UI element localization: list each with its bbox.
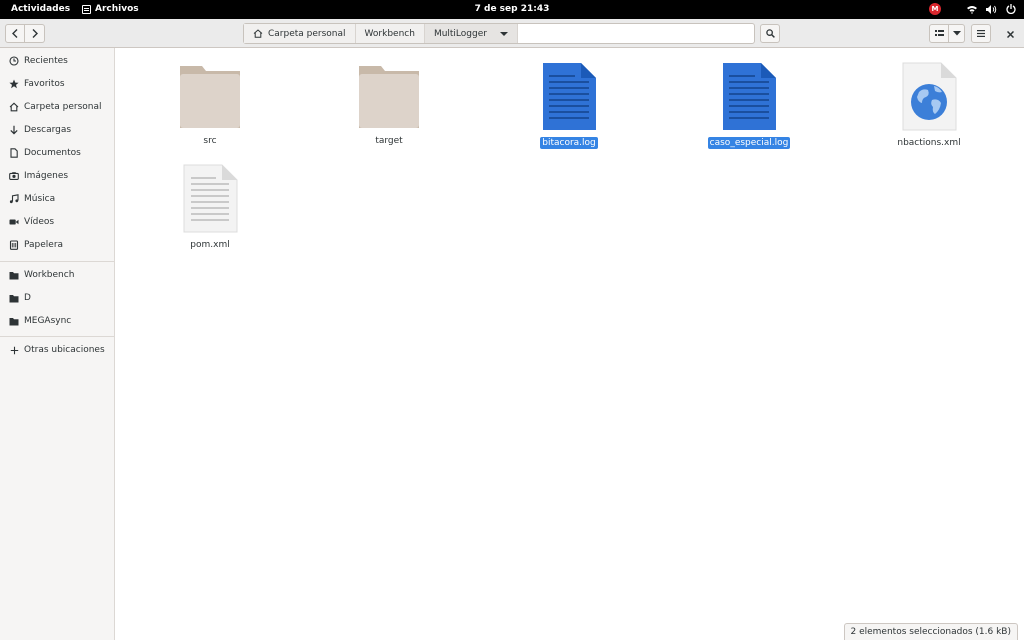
sidebar-item-label: Recientes <box>24 56 68 66</box>
volume-icon[interactable] <box>986 4 997 14</box>
list-view-button[interactable] <box>929 24 949 43</box>
sidebar-item-label: Música <box>24 194 56 204</box>
back-button[interactable] <box>5 24 25 43</box>
sidebar-item-label: Descargas <box>24 125 72 135</box>
breadcrumb-home[interactable]: Carpeta personal <box>244 24 356 43</box>
file-item-nbactions-xml[interactable]: nbactions.xml <box>869 62 989 149</box>
sidebar-item-documentos[interactable]: Documentos <box>0 143 115 163</box>
breadcrumb-workbench[interactable]: Workbench <box>355 24 425 43</box>
sidebar-item-musica[interactable]: Música <box>0 189 115 209</box>
folder-icon <box>359 66 419 128</box>
video-icon <box>9 217 19 227</box>
download-icon <box>9 125 19 135</box>
sidebar-item-favoritos[interactable]: Favoritos <box>0 74 115 94</box>
sidebar-separator <box>0 261 115 262</box>
file-name: caso_especial.log <box>707 137 791 149</box>
file-item-target[interactable]: target <box>329 64 449 147</box>
sidebar-item-label: Carpeta personal <box>24 102 102 112</box>
log-file-icon <box>723 63 776 130</box>
header-bar: Carpeta personal Workbench MultiLogger <box>0 19 1024 48</box>
power-icon[interactable] <box>1006 4 1016 14</box>
home-icon <box>253 29 263 38</box>
app-menu-label: Archivos <box>95 4 139 14</box>
sidebar-separator <box>0 336 115 337</box>
sidebar-item-workbench[interactable]: Workbench <box>0 265 115 285</box>
forward-button[interactable] <box>25 24 45 43</box>
sidebar-item-descargas[interactable]: Descargas <box>0 120 115 140</box>
breadcrumb-label: Carpeta personal <box>268 28 346 39</box>
path-bar: Carpeta personal Workbench MultiLogger <box>243 23 755 44</box>
navigation-buttons <box>5 24 45 43</box>
search-button[interactable] <box>760 24 780 43</box>
sidebar-item-papelera[interactable]: Papelera <box>0 235 115 255</box>
plus-icon <box>9 345 19 355</box>
folder-icon <box>9 270 19 280</box>
web-file-icon <box>902 62 957 131</box>
trash-icon <box>9 240 19 250</box>
close-icon <box>1006 30 1014 38</box>
chevron-down-icon <box>952 31 961 36</box>
folder-icon <box>9 316 19 326</box>
home-icon <box>9 102 19 112</box>
top-bar: Actividades Archivos 7 de sep 21:43 M <box>0 0 1024 19</box>
log-file-icon <box>543 63 596 130</box>
activities-button[interactable]: Actividades <box>11 4 70 14</box>
view-options-dropdown[interactable] <box>949 24 965 43</box>
sidebar-item-label: Documentos <box>24 148 81 158</box>
chevron-left-icon <box>12 29 18 38</box>
sidebar-item-carpeta-personal[interactable]: Carpeta personal <box>0 97 115 117</box>
chevron-down-icon <box>499 31 508 36</box>
file-item-src[interactable]: src <box>150 64 270 147</box>
file-view[interactable]: src target bitacora.log caso_especial.lo… <box>116 48 1024 640</box>
view-options <box>929 24 965 43</box>
sidebar-item-label: Vídeos <box>24 217 55 227</box>
sidebar-item-imagenes[interactable]: Imágenes <box>0 166 115 186</box>
breadcrumb-label: Workbench <box>364 28 415 39</box>
star-icon <box>9 79 19 89</box>
clock-icon <box>9 56 19 66</box>
selection-status: 2 elementos seleccionados (1.6 kB) <box>843 623 1018 640</box>
file-name: bitacora.log <box>540 137 598 149</box>
file-item-bitacora-log[interactable]: bitacora.log <box>509 62 629 149</box>
chevron-right-icon <box>32 29 38 38</box>
file-name: src <box>203 136 217 146</box>
camera-icon <box>9 171 19 181</box>
sidebar-item-otras-ubicaciones[interactable]: Otras ubicaciones <box>0 340 115 360</box>
file-name: target <box>375 136 403 146</box>
hamburger-icon <box>977 30 985 37</box>
sidebar-item-megasync[interactable]: MEGAsync <box>0 311 115 331</box>
mega-icon[interactable]: M <box>929 3 941 15</box>
sidebar-item-label: Otras ubicaciones <box>24 345 105 355</box>
breadcrumb-multilogger[interactable]: MultiLogger <box>424 24 518 43</box>
text-file-icon <box>183 164 238 233</box>
folder-icon <box>180 66 240 128</box>
file-item-caso-especial-log[interactable]: caso_especial.log <box>689 62 809 149</box>
breadcrumb-label: MultiLogger <box>433 28 487 39</box>
sidebar-item-label: Workbench <box>24 270 75 280</box>
sidebar-item-label: MEGAsync <box>24 316 72 326</box>
files-app-icon <box>82 4 91 14</box>
system-tray[interactable]: M <box>929 3 1016 15</box>
clock[interactable]: 7 de sep 21:43 <box>475 4 550 14</box>
file-item-pom-xml[interactable]: pom.xml <box>150 164 270 251</box>
sidebar-item-label: Papelera <box>24 240 64 250</box>
sidebar-item-videos[interactable]: Vídeos <box>0 212 115 232</box>
main-menu-button[interactable] <box>971 24 991 43</box>
app-menu[interactable]: Archivos <box>82 4 139 14</box>
close-window-button[interactable] <box>1001 25 1019 43</box>
sidebar-item-d[interactable]: D <box>0 288 115 308</box>
music-icon <box>9 194 19 204</box>
file-name: pom.xml <box>190 240 230 250</box>
list-view-icon <box>934 30 944 36</box>
sidebar: Recientes Favoritos Carpeta personal Des… <box>0 48 115 640</box>
search-icon <box>765 29 775 38</box>
folder-icon <box>9 293 19 303</box>
document-icon <box>9 148 19 158</box>
file-name: nbactions.xml <box>897 138 961 148</box>
sidebar-item-label: Imágenes <box>24 171 69 181</box>
sidebar-item-label: D <box>24 293 31 303</box>
sidebar-item-recientes[interactable]: Recientes <box>0 51 115 71</box>
wifi-icon[interactable] <box>967 5 977 14</box>
sidebar-item-label: Favoritos <box>24 79 65 89</box>
